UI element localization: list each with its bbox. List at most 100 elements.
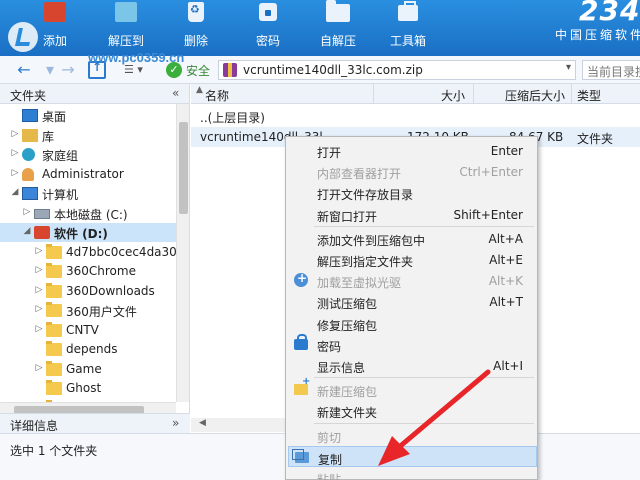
menu-item-label: 密码	[317, 339, 342, 354]
list-header: ▲ 名称 大小 压缩后大小 类型	[191, 84, 640, 104]
folder-icon	[46, 380, 62, 395]
tree-item[interactable]: ▷ 家庭组	[0, 145, 176, 164]
tree-item-label: 桌面	[42, 110, 67, 124]
tree-item[interactable]: ◢ 软件 (D:)	[0, 223, 176, 242]
menu-item[interactable]: 新建文件夹	[288, 400, 537, 421]
path-field[interactable]: vcruntime140dll_33lc.com.zip ▾	[218, 60, 576, 80]
menu-item-shortcut: Ctrl+Enter	[459, 165, 523, 180]
tree-item[interactable]: ▷ Administrator	[0, 165, 176, 184]
menu-item-label: 内部查看器打开	[317, 167, 402, 182]
search-input[interactable]: 当前目录搜索	[582, 60, 640, 80]
tree-vertical-scrollbar[interactable]	[176, 104, 189, 402]
menu-item-label: 显示信息	[317, 361, 366, 375]
tree-expand-icon[interactable]: ▷	[34, 246, 44, 256]
password-button[interactable]: 密码	[238, 0, 298, 56]
menu-item[interactable]: 添加文件到压缩包中 Alt+A	[288, 228, 537, 249]
column-divider	[373, 84, 374, 104]
toolbox-button[interactable]: 工具箱	[378, 0, 438, 56]
tree-item[interactable]: ◢ 计算机	[0, 184, 176, 203]
self-extract-button[interactable]: 自解压	[308, 0, 368, 56]
column-size[interactable]: 大小	[441, 87, 465, 104]
menu-item[interactable]: 新窗口打开 Shift+Enter	[288, 204, 537, 225]
list-horizontal-scrollbar[interactable]: ◀	[191, 418, 291, 432]
tree-item-label: CNTV	[66, 322, 99, 337]
zip-archive-icon	[223, 63, 237, 77]
tree-item[interactable]: Ghost	[0, 379, 176, 398]
details-bar[interactable]: 详细信息 »	[0, 413, 190, 433]
tree-expand-icon[interactable]: ▷	[34, 324, 44, 334]
tree-expand-icon[interactable]: ▷	[10, 129, 20, 139]
tree-item-label: Administrator	[42, 166, 124, 181]
tree-item[interactable]: depends	[0, 340, 176, 359]
add-button[interactable]: 添加	[25, 0, 85, 56]
forward-arrow-icon[interactable]: →	[58, 60, 78, 80]
folder-icon	[46, 263, 62, 278]
add-icon	[40, 0, 70, 26]
user-icon	[22, 167, 34, 181]
back-arrow-icon[interactable]: ←	[14, 60, 34, 80]
menu-item[interactable]: 测试压缩包 Alt+T	[288, 291, 537, 312]
tree-item-label: 4d7bbc0cec4da30d	[66, 244, 185, 259]
back-dropdown-icon[interactable]: ▾	[40, 60, 60, 80]
tree-item[interactable]: ▷ Game	[0, 360, 176, 379]
extract-to-button[interactable]: 解压到	[96, 0, 156, 56]
menu-item-label: 剪切	[317, 430, 342, 445]
self-extract-icon	[323, 0, 353, 26]
menu-item-shortcut: Alt+T	[489, 295, 523, 310]
tree-item[interactable]: ▷ 库	[0, 126, 176, 145]
menu-item[interactable]: 打开文件存放目录	[288, 182, 537, 203]
menu-item[interactable]: 解压到指定文件夹 Alt+E	[288, 249, 537, 270]
menu-item-shortcut: Alt+I	[493, 359, 523, 373]
delete-button[interactable]: 删除	[166, 0, 226, 56]
toolbox-icon	[393, 0, 423, 26]
menu-item[interactable]: 显示信息 Alt+I	[288, 355, 537, 376]
menu-item: 剪切	[288, 425, 537, 446]
menu-item[interactable]: 复制	[288, 445, 537, 467]
tree-item[interactable]: ▷ 4d7bbc0cec4da30d	[0, 243, 184, 262]
menu-separator	[314, 377, 534, 379]
tree-expand-icon[interactable]: ▷	[34, 304, 44, 314]
list-item-parent-dir[interactable]: ..(上层目录)	[191, 106, 640, 126]
tree-item[interactable]: ▷ 360Chrome	[0, 262, 176, 281]
menu-item[interactable]: 打开 Enter	[288, 140, 537, 161]
menu-item[interactable]: 密码	[288, 333, 537, 355]
tree-expand-icon[interactable]: ▷	[22, 207, 32, 217]
tree-item-label: Ghost	[66, 381, 102, 395]
tree-expand-icon[interactable]: ▷	[10, 148, 20, 158]
column-packed-size[interactable]: 压缩后大小	[505, 87, 565, 104]
menu-item-label: 添加文件到压缩包中	[317, 233, 426, 248]
scrollbar-thumb[interactable]	[179, 122, 188, 214]
tree-item[interactable]: ▷ 360用户文件	[0, 301, 176, 320]
tree-item[interactable]: 桌面	[0, 106, 176, 125]
expand-details-icon[interactable]: »	[172, 416, 179, 430]
scroll-left-icon[interactable]: ◀	[199, 418, 206, 428]
menu-item-label: 打开	[317, 146, 342, 160]
menu-item-label: 加载至虚拟光驱	[317, 276, 402, 291]
tree-expand-icon[interactable]: ◢	[22, 226, 32, 236]
tree-expand-icon[interactable]: ▷	[34, 363, 44, 373]
folder-tree-panel: 文件夹 « 桌面 ▷ 库 ▷ 家庭组 ▷ Administrator ◢ 计算机 ▷ 本地磁盘 (C…	[0, 84, 190, 420]
office-drive-icon	[34, 226, 50, 239]
menu-item-label: 粘贴	[317, 473, 342, 480]
copy-icon	[292, 448, 309, 463]
tree-expand-icon[interactable]: ▷	[34, 265, 44, 275]
folder-icon	[46, 243, 62, 259]
column-type[interactable]: 类型	[577, 87, 601, 104]
menu-item: 粘贴	[288, 467, 537, 480]
tree-item[interactable]: ▷ 360Downloads	[0, 282, 176, 301]
lock-icon	[294, 333, 308, 350]
menu-item[interactable]: 修复压缩包	[288, 313, 537, 334]
tree-item-label: Game	[66, 361, 102, 376]
collapse-panel-icon[interactable]: «	[172, 86, 179, 100]
tree-item[interactable]: ▷ CNTV	[0, 321, 176, 340]
tree-expand-icon[interactable]: ▷	[34, 285, 44, 295]
menu-item-shortcut: Shift+Enter	[453, 207, 523, 222]
watermark-text: www.pc0359.cn	[88, 50, 185, 65]
tree-expand-icon[interactable]: ◢	[10, 187, 20, 197]
column-name[interactable]: 名称	[205, 87, 229, 104]
tree-expand-icon[interactable]: ▷	[10, 168, 20, 178]
chevron-down-icon[interactable]: ▾	[566, 62, 571, 73]
tree-item[interactable]: ▷ 本地磁盘 (C:)	[0, 204, 176, 223]
menu-item-label: 新建压缩包	[317, 385, 378, 400]
tree-item-label: 360用户文件	[66, 305, 137, 319]
